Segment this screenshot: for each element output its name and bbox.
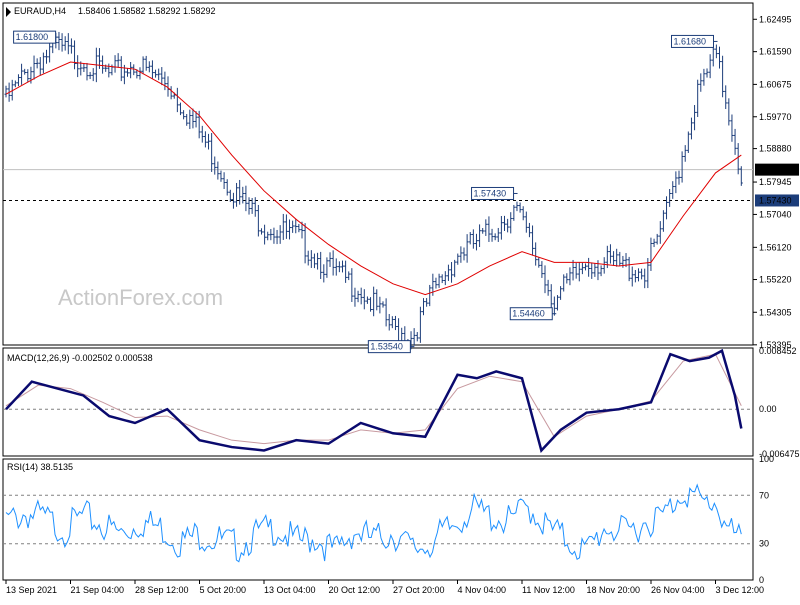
macd-header: MACD(12,26,9) -0.002502 0.000538: [7, 353, 153, 363]
x-axis-label: 13 Oct 04:00: [264, 585, 316, 595]
price-callout-label: 1.54460: [512, 309, 545, 319]
price-ytick-label: 1.59770: [759, 112, 792, 122]
rsi-ytick-label: 100: [759, 454, 774, 464]
price-ytick-label: 1.58880: [759, 144, 792, 154]
price-ytick-label: 1.56120: [759, 242, 792, 252]
price-callout-label: 1.53540: [370, 342, 403, 352]
watermark-text: ActionForex.com: [58, 285, 223, 310]
rsi-ytick-label: 30: [759, 539, 769, 549]
x-axis-label: 21 Sep 04:00: [71, 585, 125, 595]
price-callout: 1.61800: [13, 30, 60, 44]
x-axis-label: 13 Sep 2021: [6, 585, 57, 595]
current-price-badge: 1.58292: [755, 163, 799, 176]
price-callout-label: 1.61680: [674, 36, 707, 46]
price-header-symbol: EURAUD,H4: [14, 6, 66, 16]
price-callout: 1.54460: [509, 307, 557, 321]
price-ytick-label: 1.60675: [759, 79, 792, 89]
price-header-close: 1.58292: [183, 6, 216, 16]
forex-chart: ActionForex.com 1.61800 1.53540 1.57430 1.5…: [0, 0, 800, 600]
level-price-badge: 1.57430: [755, 194, 799, 207]
x-axis-label: 28 Sep 12:00: [135, 585, 189, 595]
price-header-open: 1.58406: [78, 6, 111, 16]
price-header-low: 1.58292: [148, 6, 181, 16]
price-ytick-label: 1.55220: [759, 275, 792, 285]
x-axis-label: 20 Oct 12:00: [329, 585, 381, 595]
x-axis-label: 26 Nov 04:00: [651, 585, 705, 595]
price-ytick-label: 1.61590: [759, 47, 792, 57]
rsi-header: RSI(14) 38.5135: [7, 462, 73, 472]
current-price-badge-label: 1.58292: [759, 165, 792, 175]
x-axis-label: 5 Oct 20:00: [200, 585, 247, 595]
price-ytick-label: 1.57040: [759, 209, 792, 219]
price-callout-label: 1.57430: [474, 188, 507, 198]
rsi-ytick-label: 70: [759, 490, 769, 500]
macd-ytick-label: 0.00: [759, 404, 777, 414]
x-axis-label: 11 Nov 12:00: [522, 585, 575, 595]
price-callout: 1.53540: [367, 340, 415, 354]
price-ytick-label: 1.62495: [759, 14, 792, 24]
price-callout-label: 1.61800: [16, 32, 49, 42]
x-axis-label: 18 Nov 20:00: [587, 585, 641, 595]
price-ytick-label: 1.57945: [759, 177, 792, 187]
x-axis-label: 4 Nov 04:00: [458, 585, 507, 595]
x-axis-label: 3 Dec 12:00: [716, 585, 765, 595]
chart-canvas: ActionForex.com 1.61800 1.53540 1.57430 1.5…: [0, 0, 800, 600]
x-axis-label: 27 Oct 20:00: [393, 585, 445, 595]
rsi-ytick-label: 0: [759, 575, 764, 585]
macd-ytick-label: 0.008452: [759, 346, 797, 356]
price-header-high: 1.58582: [113, 6, 146, 16]
level-price-badge-label: 1.57430: [759, 195, 792, 205]
price-callout: 1.61680: [671, 34, 718, 48]
price-ytick-label: 1.54305: [759, 307, 792, 317]
price-callout: 1.57430: [471, 186, 518, 200]
